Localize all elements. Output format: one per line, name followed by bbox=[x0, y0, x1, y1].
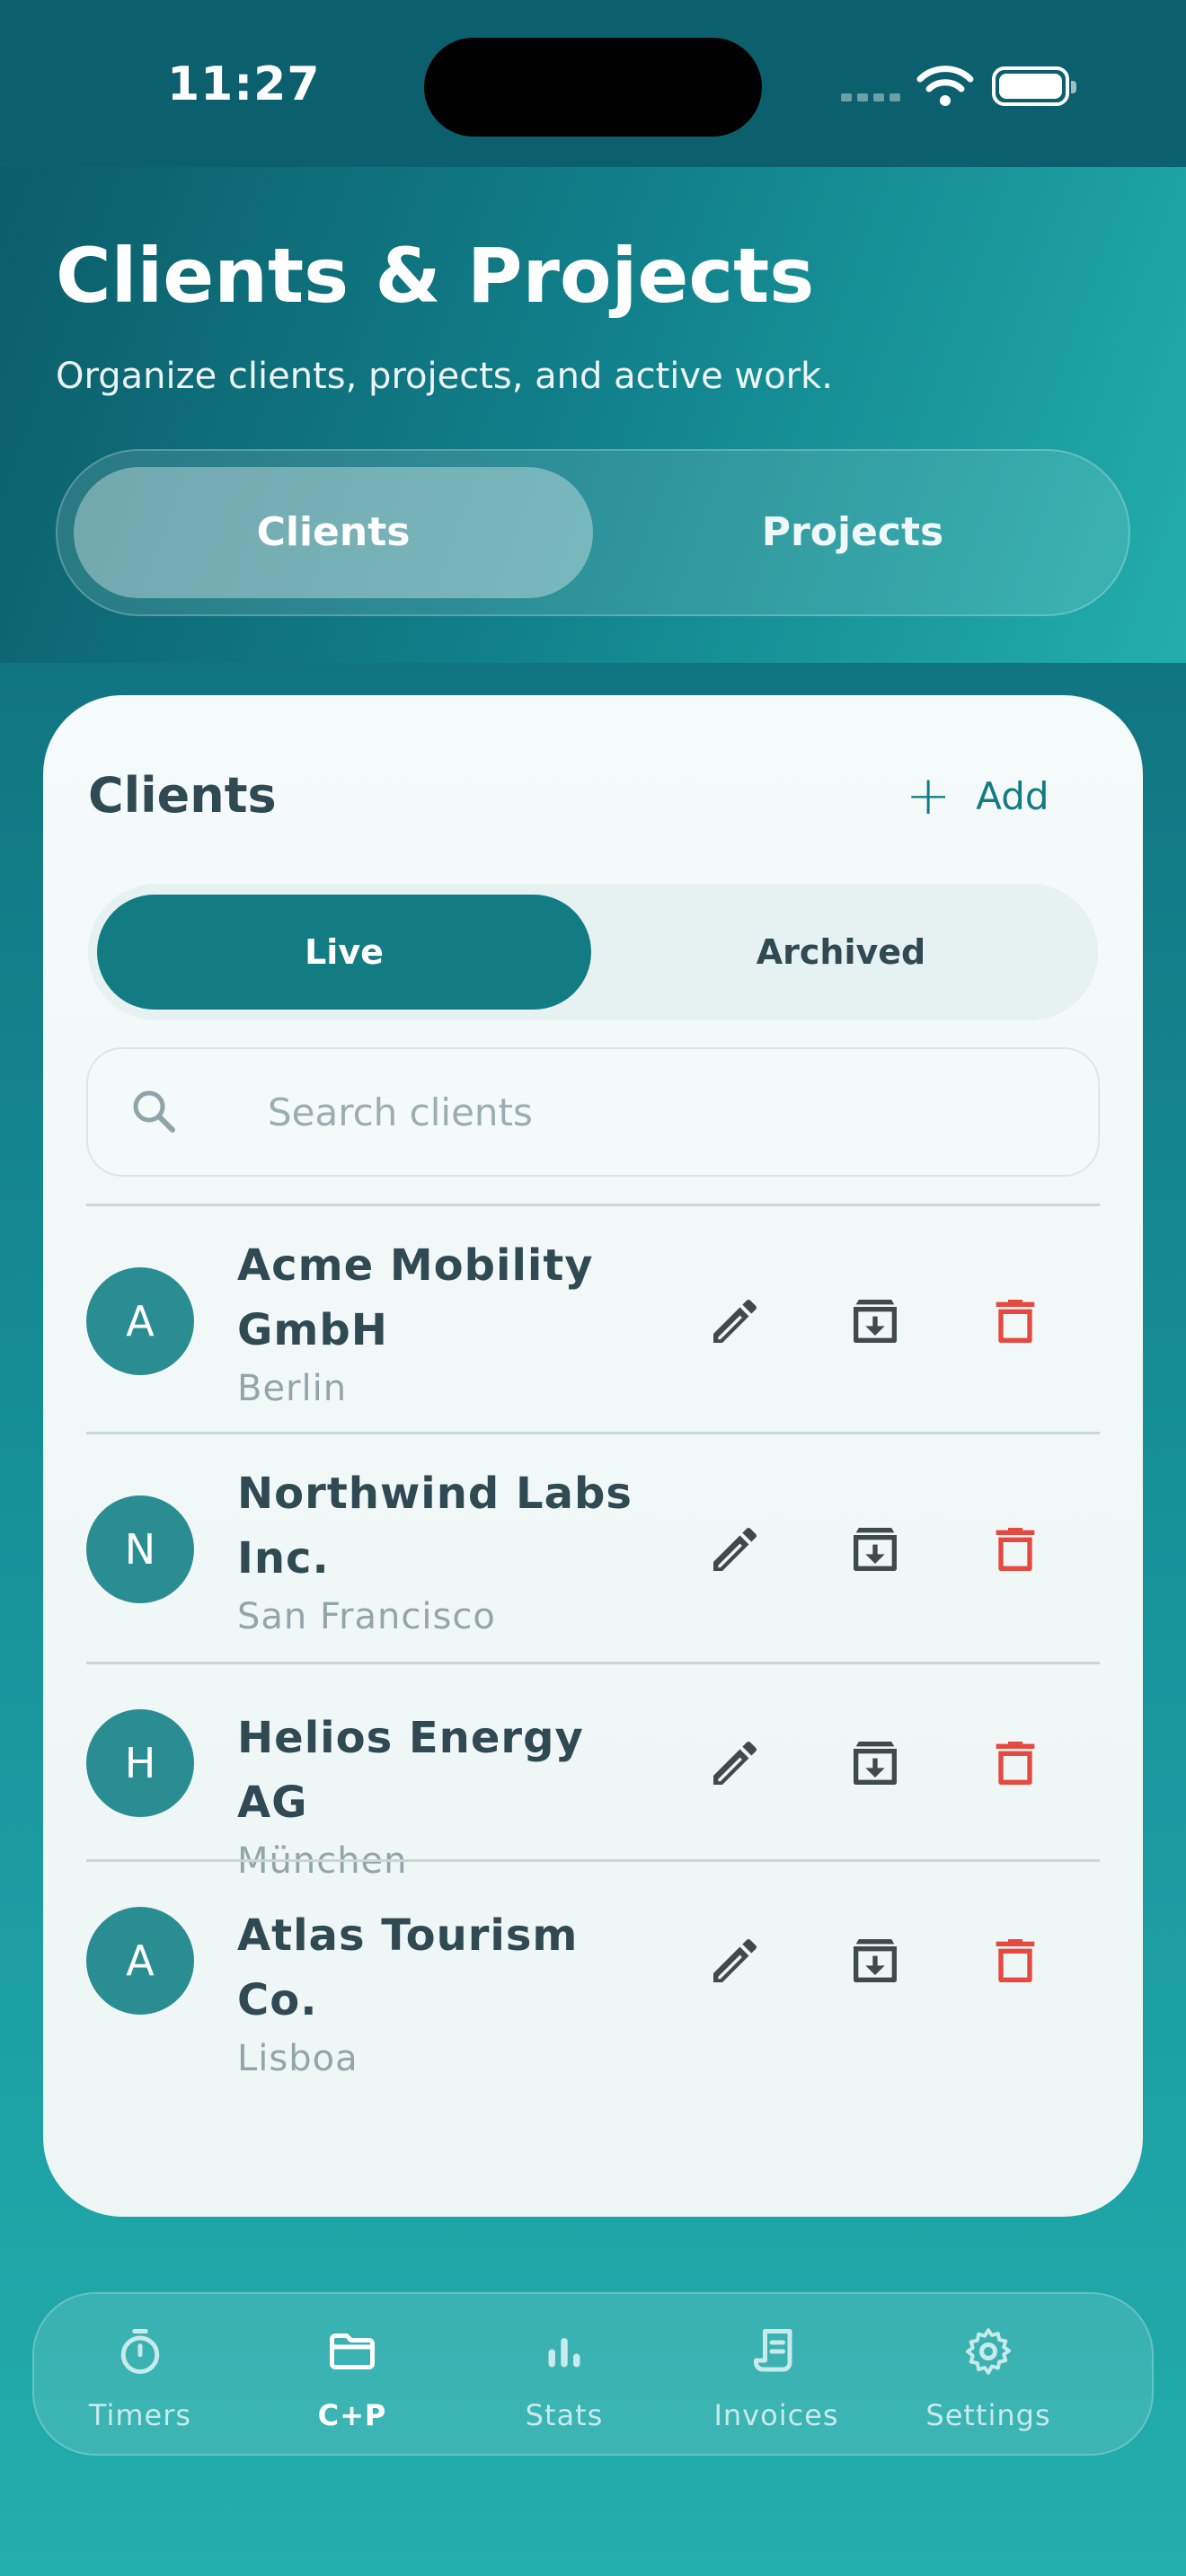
avatar: A bbox=[86, 1267, 194, 1375]
client-name: Northwind Labs Inc. bbox=[237, 1469, 633, 1584]
trash-icon bbox=[996, 1742, 1035, 1785]
delete-button[interactable] bbox=[979, 1925, 1051, 1997]
tab-clients-projects[interactable]: C+P bbox=[246, 2294, 458, 2454]
status-bar: 11:27 bbox=[0, 0, 1186, 167]
add-client-button[interactable]: + Add bbox=[906, 767, 1049, 825]
edit-button[interactable] bbox=[699, 1727, 771, 1799]
edit-button[interactable] bbox=[699, 1513, 771, 1585]
archive-icon bbox=[854, 1939, 897, 1982]
archive-icon bbox=[854, 1300, 897, 1343]
search-input[interactable] bbox=[268, 1049, 1040, 1175]
trash-icon bbox=[996, 1300, 1035, 1343]
edit-button[interactable] bbox=[699, 1285, 771, 1357]
folder-icon bbox=[330, 2333, 375, 2369]
client-row[interactable]: N Northwind Labs Inc. San Francisco bbox=[86, 1434, 1100, 1664]
clients-card: Clients + Add Live Archived A Acme Mobil… bbox=[43, 695, 1143, 2217]
card-title: Clients bbox=[88, 767, 277, 824]
tab-label: Stats bbox=[525, 2398, 604, 2432]
client-row[interactable]: A Acme Mobility GmbH Berlin bbox=[86, 1206, 1100, 1434]
trash-icon bbox=[996, 1528, 1035, 1571]
search-field bbox=[86, 1047, 1100, 1177]
filter-live[interactable]: Live bbox=[97, 884, 591, 1020]
client-row[interactable]: H Helios Energy AG München bbox=[86, 1664, 1100, 1882]
delete-button[interactable] bbox=[979, 1513, 1051, 1585]
client-city: Lisboa bbox=[237, 2038, 358, 2079]
receipt-icon bbox=[754, 2329, 792, 2372]
delete-button[interactable] bbox=[979, 1285, 1051, 1357]
archive-icon bbox=[854, 1742, 897, 1785]
bottom-tab-bar: Timers C+P Stats Invoices Settings bbox=[32, 2292, 1154, 2456]
status-time: 11:27 bbox=[167, 57, 321, 111]
filter-archived[interactable]: Archived bbox=[593, 884, 1089, 1020]
segment-projects[interactable]: Projects bbox=[593, 451, 1112, 614]
tab-invoices[interactable]: Invoices bbox=[670, 2294, 882, 2454]
client-city: San Francisco bbox=[237, 1596, 496, 1637]
avatar: N bbox=[86, 1495, 194, 1603]
pencil-icon bbox=[713, 1527, 757, 1571]
archive-button[interactable] bbox=[839, 1285, 911, 1357]
trash-icon bbox=[996, 1939, 1035, 1982]
pencil-icon bbox=[713, 1938, 757, 1982]
delete-button[interactable] bbox=[979, 1727, 1051, 1799]
archive-icon bbox=[854, 1528, 897, 1571]
tab-label: C+P bbox=[317, 2398, 387, 2432]
tab-timers[interactable]: Timers bbox=[34, 2294, 246, 2454]
stopwatch-icon bbox=[120, 2329, 160, 2374]
segment-clients[interactable]: Clients bbox=[74, 451, 593, 614]
tab-stats[interactable]: Stats bbox=[458, 2294, 670, 2454]
client-name: Atlas Tourism Co. bbox=[237, 1910, 579, 2025]
tab-label: Settings bbox=[925, 2398, 1051, 2432]
client-name: Helios Energy AG bbox=[237, 1713, 584, 1828]
pencil-icon bbox=[713, 1299, 757, 1343]
battery-icon bbox=[992, 66, 1076, 106]
client-row[interactable]: A Atlas Tourism Co. Lisboa bbox=[86, 1862, 1100, 2079]
add-label: Add bbox=[976, 773, 1049, 818]
search-icon bbox=[133, 1090, 175, 1133]
avatar: A bbox=[86, 1907, 194, 2015]
tab-label: Invoices bbox=[713, 2398, 839, 2432]
dynamic-island bbox=[424, 38, 762, 137]
clients-projects-segmented-control: Clients Projects bbox=[56, 449, 1130, 616]
avatar: H bbox=[86, 1709, 194, 1817]
edit-button[interactable] bbox=[699, 1925, 771, 1997]
live-archived-filter: Live Archived bbox=[88, 884, 1098, 1020]
bar-chart-icon bbox=[548, 2338, 580, 2368]
wifi-icon bbox=[916, 66, 974, 106]
archive-button[interactable] bbox=[839, 1925, 911, 1997]
plus-icon: + bbox=[906, 764, 951, 827]
tab-label: Timers bbox=[88, 2398, 192, 2432]
page-title: Clients & Projects bbox=[56, 232, 815, 320]
pencil-icon bbox=[713, 1741, 757, 1785]
client-name: Acme Mobility GmbH bbox=[237, 1240, 594, 1355]
archive-button[interactable] bbox=[839, 1727, 911, 1799]
tab-settings[interactable]: Settings bbox=[882, 2294, 1094, 2454]
client-city: Berlin bbox=[237, 1368, 348, 1409]
cellular-signal-icon bbox=[841, 93, 900, 101]
gear-icon bbox=[966, 2328, 1011, 2375]
archive-button[interactable] bbox=[839, 1513, 911, 1585]
page-subtitle: Organize clients, projects, and active w… bbox=[56, 356, 833, 397]
